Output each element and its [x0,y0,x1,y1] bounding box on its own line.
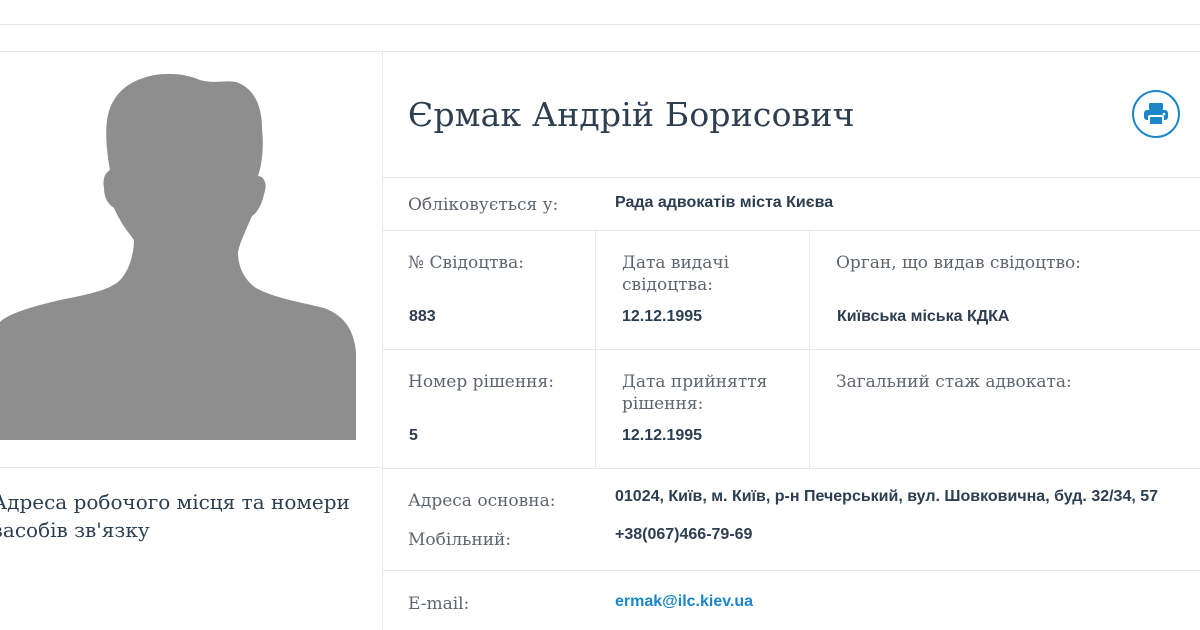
cell-divider [595,231,596,468]
print-icon [1144,103,1168,126]
lawyer-name: Єрмак Андрій Борисович [408,95,855,134]
address-value: 01024, Київ, м. Київ, р-н Печерський, ву… [615,488,1159,505]
certificate-number-label: № Свідоцтва: [408,253,524,273]
name-divider [383,177,1200,178]
column-divider [382,52,383,630]
left-divider [0,467,382,468]
email-label: E-mail: [408,594,470,614]
registered-label: Обліковується у: [408,195,559,215]
contacts-divider [383,570,1200,571]
cell-divider [809,231,810,468]
contacts-heading: Адреса робочого місця та номери засобів … [0,490,350,542]
certificate-divider [383,349,1200,350]
certificate-issuer-label: Орган, що видав свідоцтво: [836,253,1082,273]
mobile-label: Мобільний: [408,530,512,550]
certificate-date-value: 12.12.1995 [622,308,703,325]
registered-value: Рада адвокатів міста Києва [615,194,834,211]
decision-date-value: 12.12.1995 [622,427,703,444]
address-label: Адреса основна: [408,491,556,511]
top-divider [0,24,1200,25]
lawyer-photo [0,52,382,462]
decision-number-label: Номер рішення: [408,372,554,392]
decision-divider [383,468,1200,469]
print-button[interactable] [1132,90,1180,138]
decision-number-value: 5 [409,427,418,444]
decision-date-label: Дата прийняття рішення: [622,372,768,414]
email-link[interactable]: ermak@ilc.kiev.ua [615,593,753,611]
certificate-issuer-value: Київська міська КДКА [837,308,1010,325]
registered-divider [383,230,1200,231]
experience-label: Загальний стаж адвоката: [836,372,1072,392]
certificate-number-value: 883 [409,308,436,325]
mobile-value: +38(067)466-79-69 [615,526,753,543]
person-silhouette-icon [0,73,356,441]
certificate-date-label: Дата видачі свідоцтва: [622,253,730,295]
